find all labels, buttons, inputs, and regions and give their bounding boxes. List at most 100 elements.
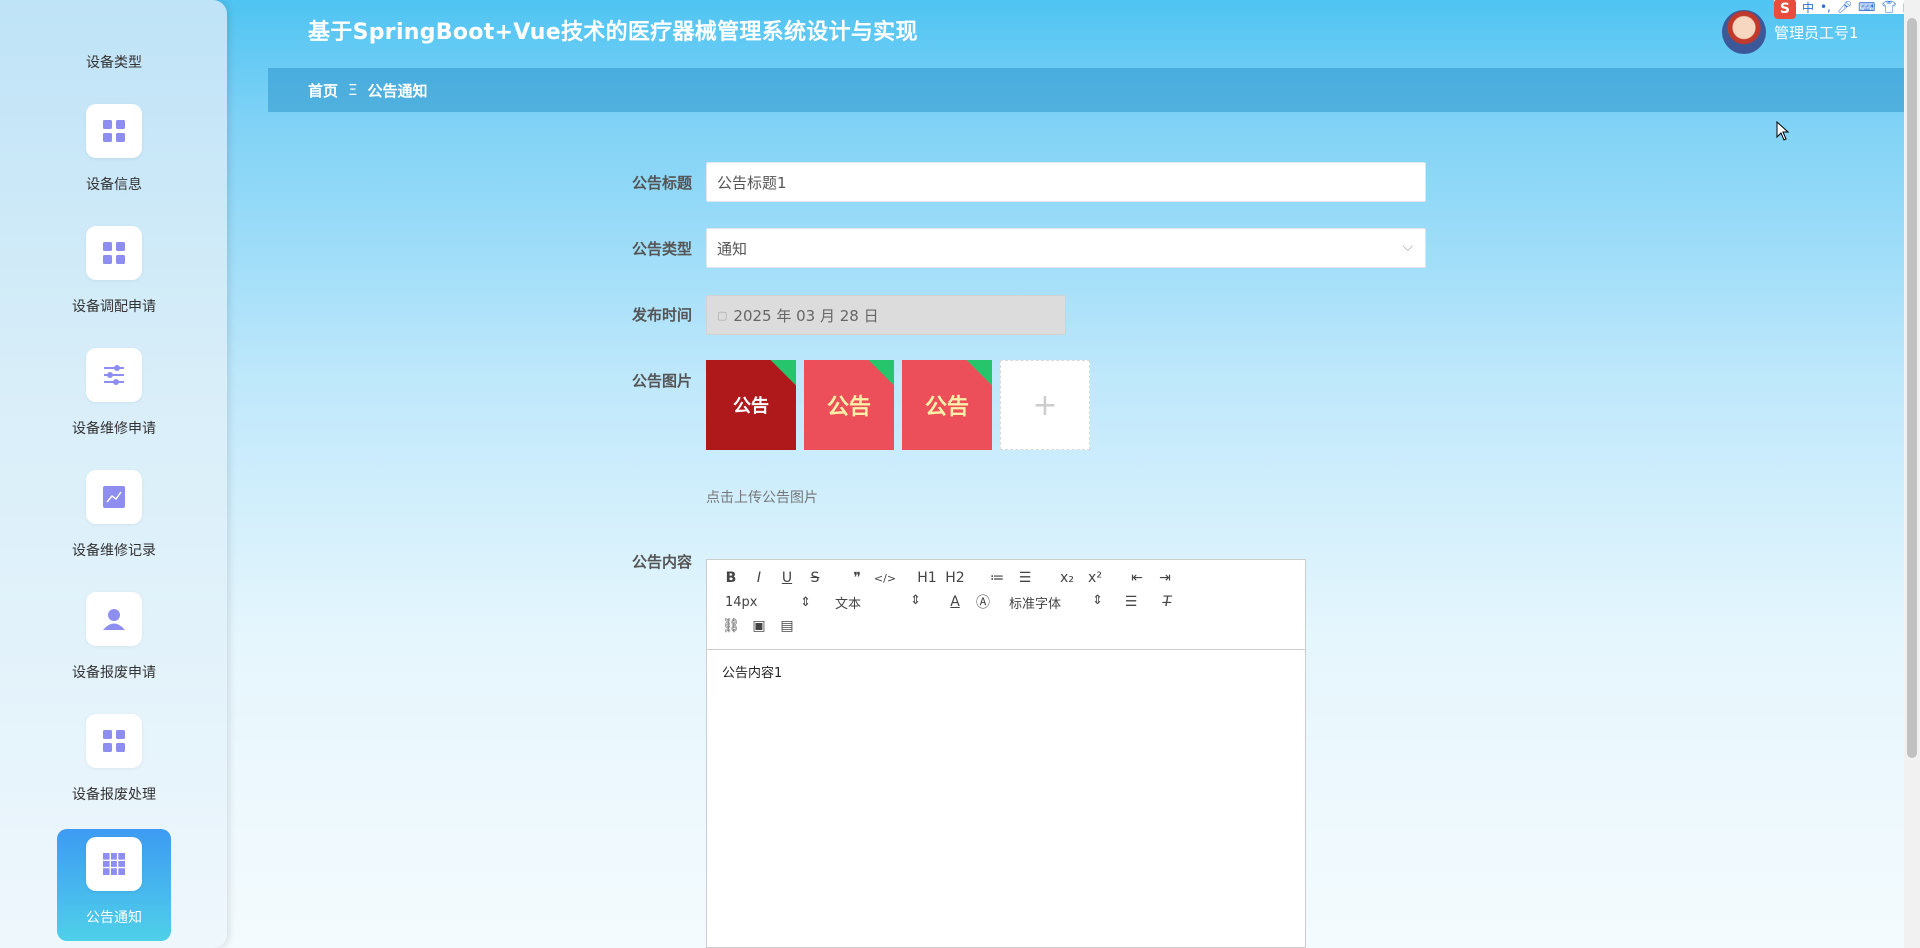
sidebar-item-label: 设备报废申请: [72, 665, 156, 681]
align-icon[interactable]: ☰: [1117, 594, 1145, 610]
font-family-select[interactable]: 标准字体 ⇕: [1009, 593, 1103, 612]
title-input[interactable]: 公告标题1: [706, 162, 1426, 202]
rich-text-editor: B I U S ❞ </> H1 H2 ≔ ☰ x₂ x² ⇤ ⇥ 14px ⇕ …: [706, 559, 1306, 948]
success-corner-icon: [966, 360, 992, 386]
clear-format-icon[interactable]: T̶: [1153, 594, 1181, 610]
breadcrumb-current: 公告通知: [367, 81, 428, 100]
video-icon[interactable]: ▤: [773, 618, 801, 634]
ime-logo-icon[interactable]: S: [1773, 0, 1796, 19]
select-arrows-icon: ⇕: [800, 594, 811, 610]
publish-time-value: 2025 年 03 月 28 日: [733, 306, 879, 325]
font-size-value: 14px: [725, 594, 758, 610]
sidebar-item-device-info[interactable]: 设备信息: [57, 100, 171, 212]
sidebar-item-label: 设备报废处理: [72, 787, 156, 803]
paragraph-select[interactable]: 文本 ⇕: [835, 593, 921, 612]
code-block-button[interactable]: </>: [871, 572, 899, 585]
background-color-icon[interactable]: Ⓐ: [969, 592, 997, 612]
sidebar-item-scrap-request[interactable]: 设备报废申请: [57, 588, 171, 700]
header2-button[interactable]: H2: [941, 570, 969, 586]
user-icon: [86, 592, 142, 646]
breadcrumb: 首页 Ξ 公告通知: [268, 68, 1904, 112]
scrollbar-thumb[interactable]: [1907, 18, 1917, 758]
sidebar-item-label: 设备维修记录: [72, 543, 156, 559]
microphone-icon[interactable]: 🎤︎: [1837, 0, 1852, 14]
bold-button[interactable]: B: [717, 570, 745, 586]
chevron-down-icon: ⌵: [1402, 239, 1413, 255]
underline-button[interactable]: U: [773, 570, 801, 586]
sidebar-item-repair-record[interactable]: 设备维修记录: [57, 466, 171, 578]
type-label: 公告类型: [632, 240, 693, 258]
bullet-list-button[interactable]: ☰: [1011, 570, 1039, 586]
grid-icon: [86, 104, 142, 158]
grid-icon: [86, 226, 142, 280]
page-title: 基于SpringBoot+Vue技术的医疗器械管理系统设计与实现: [308, 20, 918, 45]
grid-icon: [86, 714, 142, 768]
ordered-list-button[interactable]: ≔: [983, 570, 1011, 586]
editor-toolbar: B I U S ❞ </> H1 H2 ≔ ☰ x₂ x² ⇤ ⇥ 14px ⇕ …: [707, 560, 1305, 650]
chart-icon: [86, 470, 142, 524]
title-input-value: 公告标题1: [717, 173, 787, 192]
uploaded-image-text: 公告: [924, 395, 969, 420]
sidebar-item-device-allocation[interactable]: 设备调配申请: [57, 222, 171, 334]
mouse-cursor-icon: [1776, 120, 1790, 145]
sidebar-item-label: 设备维修申请: [72, 421, 156, 437]
content-label: 公告内容: [632, 553, 693, 571]
calendar-icon: ▢: [717, 308, 728, 322]
link-icon[interactable]: ⛓: [717, 618, 745, 634]
uploaded-image-text: 公告: [733, 396, 769, 417]
avatar[interactable]: [1722, 10, 1766, 54]
plus-icon: +: [1032, 387, 1058, 423]
font-color-icon[interactable]: A: [941, 594, 969, 610]
blockquote-button[interactable]: ❞: [843, 570, 871, 586]
uploaded-image[interactable]: 公告: [804, 360, 894, 450]
sidebar-item-label: 设备类型: [86, 55, 142, 71]
header1-button[interactable]: H1: [913, 570, 941, 586]
select-arrows-icon: ⇕: [910, 592, 921, 608]
image-label: 公告图片: [632, 372, 693, 390]
success-corner-icon: [868, 360, 894, 386]
page-scrollbar[interactable]: [1904, 0, 1920, 948]
image-icon[interactable]: ▣: [745, 618, 773, 634]
sidebar-item-notice[interactable]: 公告通知: [57, 829, 171, 941]
subscript-button[interactable]: x₂: [1053, 570, 1081, 586]
punctuation-icon[interactable]: •,: [1820, 0, 1831, 14]
editor-content[interactable]: 公告内容1: [707, 650, 1305, 693]
outdent-button[interactable]: ⇤: [1123, 570, 1151, 586]
italic-button[interactable]: I: [745, 570, 773, 586]
sidebar-item-label: 设备调配申请: [72, 299, 156, 315]
font-family-value: 标准字体: [1009, 596, 1062, 612]
sidebar-item-scrap-process[interactable]: 设备报废处理: [57, 710, 171, 822]
user-name: 管理员工号1: [1774, 23, 1859, 42]
sliders-icon: [86, 348, 142, 402]
sidebar: 设备类型 设备信息 设备调配申请 设备维修申请 设备维修记录 设备报废申请 设备…: [0, 0, 227, 948]
sidebar-item-device-type[interactable]: 设备类型: [57, 46, 171, 76]
strike-button[interactable]: S: [801, 570, 829, 586]
type-select-value: 通知: [717, 239, 748, 258]
uploaded-image[interactable]: 公告: [706, 360, 796, 450]
type-select[interactable]: 通知 ⌵: [706, 228, 1426, 268]
keyboard-icon[interactable]: ⌨: [1858, 0, 1875, 14]
breadcrumb-separator: Ξ: [348, 81, 358, 99]
publish-time-field: ▢ 2025 年 03 月 28 日: [706, 295, 1066, 335]
editor-content-text: 公告内容1: [722, 666, 783, 681]
sidebar-item-label: 设备信息: [86, 177, 142, 193]
breadcrumb-home[interactable]: 首页: [308, 80, 338, 101]
title-label: 公告标题: [632, 174, 693, 192]
upload-add-button[interactable]: +: [1000, 360, 1090, 450]
toolbar-row-3: ⛓ ▣ ▤: [717, 614, 1295, 638]
shirt-icon[interactable]: 👕︎: [1881, 0, 1896, 14]
publish-time-label: 发布时间: [632, 306, 693, 324]
upload-hint: 点击上传公告图片: [706, 490, 818, 506]
select-arrows-icon: ⇕: [1092, 592, 1103, 608]
sidebar-item-label: 公告通知: [86, 910, 142, 926]
uploaded-image[interactable]: 公告: [902, 360, 992, 450]
superscript-button[interactable]: x²: [1081, 570, 1109, 586]
uploaded-image-text: 公告: [826, 395, 871, 420]
paragraph-value: 文本: [835, 596, 862, 612]
success-corner-icon: [770, 360, 796, 386]
indent-button[interactable]: ⇥: [1151, 570, 1179, 586]
sidebar-item-repair-request[interactable]: 设备维修申请: [57, 344, 171, 456]
ime-lang-indicator[interactable]: 中: [1802, 0, 1814, 16]
font-size-select[interactable]: 14px ⇕: [717, 595, 811, 610]
toolbar-row-2: 14px ⇕ 文本 ⇕ A Ⓐ 标准字体 ⇕ ☰ T̶: [717, 590, 1295, 614]
